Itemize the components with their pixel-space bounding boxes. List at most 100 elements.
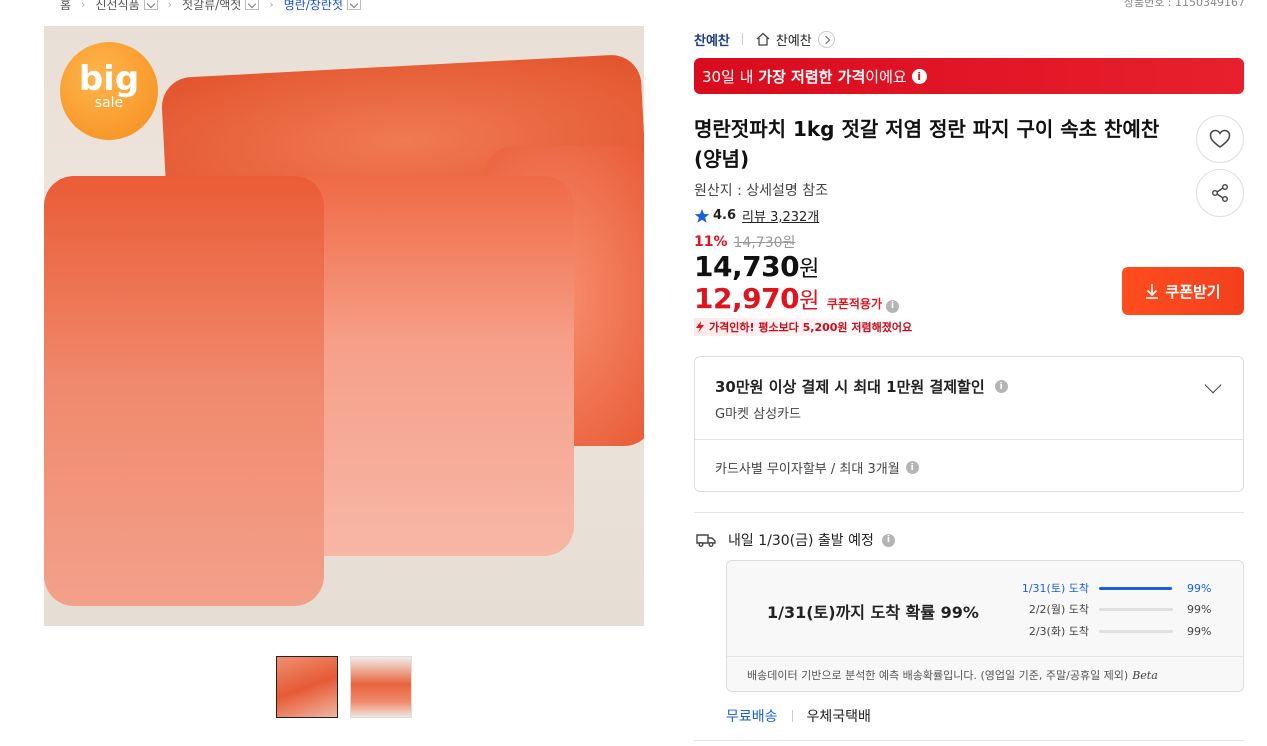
info-icon[interactable]: i bbox=[911, 68, 927, 84]
badge-sale-text: sale bbox=[94, 95, 124, 111]
probability-bar bbox=[1099, 586, 1173, 590]
info-icon[interactable]: i bbox=[994, 380, 1008, 393]
banner-suffix: 이에요 bbox=[865, 67, 907, 86]
sale-price: 14,730원 bbox=[694, 250, 819, 283]
download-icon bbox=[1146, 284, 1159, 299]
chevron-down-icon[interactable] bbox=[346, 0, 361, 10]
seller-row: 찬예찬 찬예찬 bbox=[694, 30, 835, 49]
delivery-headline: 1/31(토)까지 도착 확률 99% bbox=[767, 603, 979, 622]
product-main-image[interactable]: big sale bbox=[44, 26, 644, 626]
installment-text: 카드사별 무이자할부 / 최대 3개월 bbox=[715, 462, 900, 477]
info-icon[interactable]: i bbox=[881, 533, 895, 547]
coupon-price: 12,970원 bbox=[694, 282, 819, 315]
coupon-download-button[interactable]: 쿠폰받기 bbox=[1122, 267, 1244, 315]
discount-rate: 11% bbox=[694, 234, 728, 250]
probability-percent: 99% bbox=[1187, 624, 1212, 638]
divider bbox=[694, 512, 1244, 513]
breadcrumb-category-2[interactable]: 젓갈류/액젓 bbox=[182, 0, 260, 13]
delivery-note-text: 배송데이터 기반으로 분석한 예측 배송확률입니다. (영업일 기준, 주말/공… bbox=[747, 669, 1129, 682]
info-icon[interactable]: i bbox=[905, 461, 919, 474]
divider bbox=[695, 439, 1243, 440]
breadcrumb-category-1[interactable]: 신선식품 bbox=[95, 0, 158, 13]
truck-icon bbox=[696, 534, 716, 547]
probability-row: 1/31(토) 도착 99% bbox=[1017, 581, 1217, 596]
lowest-price-banner: 30일 내 가장 저렴한 가격 이에요 i bbox=[694, 58, 1244, 94]
thumbnail-image bbox=[351, 657, 411, 717]
info-icon[interactable]: i bbox=[886, 299, 900, 313]
beta-tag: Beta bbox=[1132, 669, 1158, 682]
shipping-departure: 내일 1/30(금) 출발 예정 i bbox=[696, 530, 895, 550]
home-icon bbox=[756, 32, 770, 46]
payment-title-text: 30만원 이상 결제 시 최대 1만원 결제할인 bbox=[715, 378, 985, 396]
payment-card: G마켓 삼성카드 bbox=[715, 407, 801, 422]
chevron-down-icon[interactable] bbox=[1204, 376, 1222, 394]
coupon-button-label: 쿠폰받기 bbox=[1165, 282, 1221, 301]
departure-text: 내일 1/30(금) 출발 예정 bbox=[728, 533, 874, 549]
thumbnail-image bbox=[277, 657, 337, 717]
coupon-price-value: 12,970 bbox=[694, 282, 800, 315]
breadcrumb-separator: › bbox=[81, 0, 86, 11]
banner-prefix: 30일 내 bbox=[702, 67, 759, 86]
breadcrumb: 홈 › 신선식품 › 젓갈류/액젓 › 명란/창란젓 bbox=[60, 0, 361, 14]
payment-benefit-box[interactable]: 30만원 이상 결제 시 최대 1만원 결제할인 i G마켓 삼성카드 카드사별… bbox=[694, 356, 1244, 492]
probability-percent: 99% bbox=[1187, 581, 1212, 595]
breadcrumb-separator: › bbox=[269, 0, 274, 11]
product-number: 상품번호 : 1150349167 bbox=[1123, 0, 1245, 9]
seller-link[interactable]: 찬예찬 bbox=[694, 30, 730, 49]
share-button[interactable] bbox=[1196, 169, 1244, 217]
breadcrumb-category-3[interactable]: 명란/창란젓 bbox=[284, 0, 361, 13]
review-link[interactable]: 리뷰 3,232개 bbox=[742, 206, 819, 225]
delivery-note: 배송데이터 기반으로 분석한 예측 배송확률입니다. (영업일 기준, 주말/공… bbox=[747, 667, 1158, 683]
free-shipping-label: 무료배송 bbox=[726, 709, 778, 725]
breadcrumb-label: 젓갈류/액젓 bbox=[182, 0, 242, 12]
probability-date: 2/2(월) 도착 bbox=[1028, 603, 1089, 616]
divider bbox=[694, 740, 1244, 741]
breadcrumb-label: 명란/창란젓 bbox=[283, 0, 343, 12]
probability-row: 2/3(화) 도착 99% bbox=[1017, 624, 1217, 639]
price-unit: 원 bbox=[799, 289, 819, 314]
banner-emphasis: 가장 저렴한 가격 bbox=[758, 67, 866, 86]
origin-info: 원산지 : 상세설명 참조 bbox=[694, 183, 828, 199]
breadcrumb-label: 신선식품 bbox=[95, 0, 140, 12]
product-title: 명란젓파치 1kg 젓갈 저염 정란 파지 구이 속초 찬예찬 (양념) bbox=[694, 117, 1160, 171]
star-icon bbox=[694, 208, 710, 223]
arrow-down-icon bbox=[696, 321, 704, 333]
probability-date: 1/31(토) 도착 bbox=[1021, 582, 1089, 595]
divider bbox=[727, 656, 1243, 657]
rating-row: 4.6 리뷰 3,232개 bbox=[694, 206, 819, 225]
courier-name: 우체국택배 bbox=[806, 709, 871, 725]
rating-value: 4.6 bbox=[713, 208, 737, 223]
price-drop-badge: 가격인하! 평소보다 5,200원 저렴해졌어요 bbox=[694, 318, 925, 336]
chevron-down-icon[interactable] bbox=[143, 0, 158, 10]
price-unit: 원 bbox=[799, 257, 819, 282]
probability-bar bbox=[1099, 629, 1173, 633]
divider bbox=[791, 710, 793, 722]
price-drop-text: 가격인하! 평소보다 5,200원 저렴해졌어요 bbox=[709, 321, 913, 334]
original-price: 14,730원 bbox=[733, 235, 796, 251]
probability-percent: 99% bbox=[1187, 602, 1212, 616]
payment-benefit-title: 30만원 이상 결제 시 최대 1만원 결제할인 i bbox=[715, 376, 1008, 397]
share-icon bbox=[1212, 184, 1228, 202]
breadcrumb-label: 홈 bbox=[60, 0, 72, 12]
probability-date: 2/3(화) 도착 bbox=[1028, 625, 1089, 638]
coupon-price-row: 12,970원 쿠폰적용가 i bbox=[694, 282, 900, 315]
big-sale-badge: big sale bbox=[60, 42, 158, 140]
roe-piece bbox=[284, 176, 574, 556]
chevron-right-icon[interactable] bbox=[817, 30, 835, 48]
breadcrumb-separator: › bbox=[167, 0, 173, 11]
discount-row: 11% 14,730원 bbox=[694, 232, 795, 252]
coupon-label: 쿠폰적용가 bbox=[826, 297, 883, 311]
breadcrumb-home[interactable]: 홈 bbox=[60, 0, 71, 13]
probability-bar-fill bbox=[1099, 586, 1173, 590]
chevron-down-icon[interactable] bbox=[245, 0, 260, 10]
thumbnail-2[interactable] bbox=[350, 656, 412, 718]
thumbnail-1[interactable] bbox=[276, 656, 338, 718]
badge-big-text: big bbox=[78, 59, 140, 99]
wishlist-button[interactable] bbox=[1196, 115, 1244, 163]
probability-row: 2/2(월) 도착 99% bbox=[1017, 602, 1217, 617]
shipping-method-row: 무료배송 우체국택배 bbox=[726, 706, 871, 726]
delivery-probability-box: 1/31(토)까지 도착 확률 99% 1/31(토) 도착 99% 2/2(월… bbox=[726, 560, 1244, 692]
installment-info: 카드사별 무이자할부 / 최대 3개월 i bbox=[715, 458, 919, 477]
store-link[interactable]: 찬예찬 bbox=[776, 30, 812, 49]
sale-price-value: 14,730 bbox=[694, 250, 800, 283]
